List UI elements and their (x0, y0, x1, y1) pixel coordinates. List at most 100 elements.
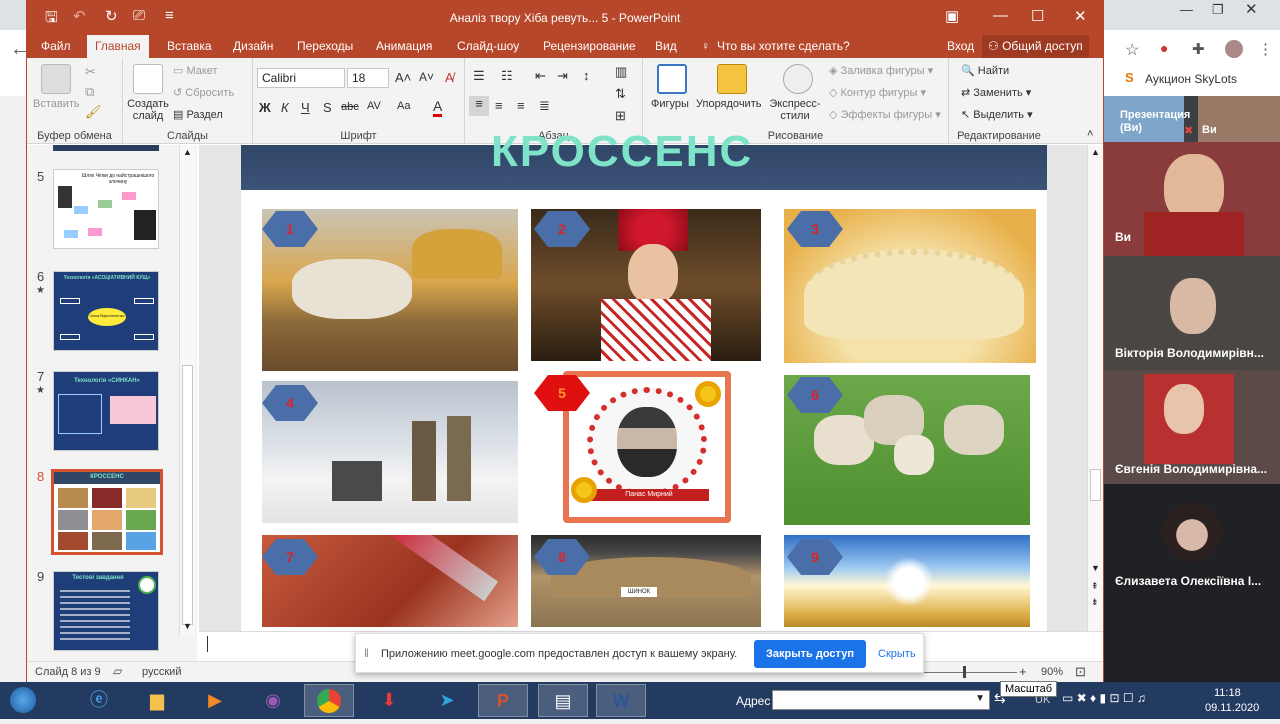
restore-browser-icon[interactable]: ❐ (1212, 2, 1224, 18)
shapes-icon[interactable] (657, 64, 687, 94)
download-icon[interactable]: ⬇ (364, 684, 414, 717)
font-size-field[interactable]: 18 (347, 68, 389, 88)
layout-button[interactable]: ▭ Макет (173, 64, 218, 77)
copy-icon[interactable]: ⧉ (85, 84, 94, 100)
scroll-down-icon[interactable]: ▼ (183, 621, 192, 631)
participant-tile[interactable]: Євгенія Володимирівна... (1104, 370, 1280, 484)
tab-view[interactable]: Вид (655, 39, 677, 53)
viber-icon[interactable]: ◉ (248, 684, 298, 717)
fill-button[interactable]: ◈ Заливка фигуры ▾ (829, 64, 933, 77)
minimize-browser-icon[interactable]: — (1180, 2, 1193, 17)
dropdown-icon[interactable]: ▼ (975, 693, 985, 704)
paste-button[interactable]: Вставить (33, 98, 80, 110)
start-button[interactable] (0, 684, 46, 717)
address-field[interactable]: ▼ (772, 690, 990, 710)
bullets-icon[interactable]: ☰ (473, 68, 485, 84)
tab-file[interactable]: Файл (41, 39, 71, 53)
zoom-in-icon[interactable]: + (1019, 664, 1027, 679)
profile-avatar[interactable] (1225, 40, 1243, 58)
underline-button[interactable]: Ч (301, 100, 310, 115)
increase-indent-icon[interactable]: ⇥ (557, 68, 568, 84)
tab-slideshow[interactable]: Слайд-шоу (457, 39, 519, 53)
columns-icon[interactable]: ▥ (615, 64, 627, 80)
shapes-button[interactable]: Фигуры (651, 98, 689, 110)
bold-button[interactable]: Ж (259, 100, 271, 115)
replace-button[interactable]: ⇄ Заменить ▾ (961, 86, 1031, 99)
thumbnails-scrollbar[interactable]: ▲ ▼ (179, 145, 195, 635)
fit-slide-icon[interactable]: ⊡ (1075, 664, 1086, 680)
paste-icon[interactable] (41, 64, 71, 94)
scroll-up-icon[interactable]: ▲ (183, 147, 192, 157)
tab-design[interactable]: Дизайн (233, 39, 273, 53)
close-browser-icon[interactable]: ✕ (1245, 0, 1258, 18)
puzzle-icon[interactable]: ✚ (1192, 40, 1205, 58)
video-app-icon[interactable]: ▤ (538, 684, 588, 717)
numbering-icon[interactable]: ☷ (501, 68, 513, 84)
thumbnail-slide-5[interactable]: Шлях Чіпки до найстрашнішого злочину (53, 169, 159, 249)
slide-scrollbar[interactable]: ▲ ▼ ⇞ ⇟ (1087, 145, 1103, 631)
new-slide-icon[interactable] (133, 64, 163, 94)
arrange-icon[interactable] (717, 64, 747, 94)
thumbnail-slide-7[interactable]: Технологія «СИНКАН» (53, 371, 159, 451)
prev-slide-icon[interactable]: ⇞ (1091, 581, 1099, 592)
thumbnail-slide-8-selected[interactable]: КРОССЕНС (51, 469, 163, 555)
thumbnail-4-partial[interactable] (53, 145, 159, 151)
clear-format-icon[interactable]: A̸ (445, 70, 454, 85)
next-slide-icon[interactable]: ⇟ (1091, 597, 1099, 608)
share-button[interactable]: ⚇ Общий доступ (982, 35, 1089, 58)
scroll-thumb[interactable] (1090, 469, 1101, 501)
bookmark-skylots[interactable]: Аукцион SkyLots (1145, 72, 1237, 86)
new-slide-button[interactable]: Создать слайд (126, 98, 170, 122)
effects-button[interactable]: ◇ Эффекты фигуры ▾ (829, 108, 941, 121)
line-spacing-icon[interactable]: ↕ (583, 68, 590, 83)
powerpoint-icon[interactable]: P (478, 684, 528, 717)
italic-button[interactable]: К (281, 100, 289, 115)
decrease-indent-icon[interactable]: ⇤ (535, 68, 546, 84)
thumbnail-slide-6[interactable]: Технологія «АСОЦІАТИВНИЙ КУЩ» Чіпка Варе… (53, 271, 159, 351)
tray-icons[interactable]: ▭ ✖ ♦ ▮ ⊡ ☐ ♫ (1062, 691, 1146, 705)
star-icon[interactable]: ☆ (1125, 40, 1139, 60)
explorer-icon[interactable]: ▆ (132, 684, 182, 717)
justify-icon[interactable]: ≣ (539, 98, 550, 114)
font-color-button[interactable]: A (433, 98, 443, 117)
tab-review[interactable]: Рецензирование (543, 39, 636, 53)
spellcheck-icon[interactable]: ▱ (113, 664, 122, 678)
participant-tile[interactable]: Вікторія Володимирівн... (1104, 256, 1280, 370)
media-player-icon[interactable]: ▶ (190, 684, 240, 717)
shadow-button[interactable]: S (323, 100, 332, 115)
stop-sharing-button[interactable]: Закрыть доступ (754, 640, 866, 668)
smartart-icon[interactable]: ⊞ (615, 108, 626, 124)
extension-icon[interactable]: ● (1160, 40, 1168, 56)
change-case-button[interactable]: Aa (397, 100, 410, 112)
clock-time[interactable]: 11:18 (1214, 687, 1241, 699)
section-button[interactable]: ▤ Раздел (173, 108, 223, 121)
find-button[interactable]: 🔍 Найти (961, 64, 1009, 77)
zoom-level[interactable]: 90% (1041, 666, 1063, 678)
align-left-icon[interactable]: ≡ (469, 96, 489, 116)
tell-me-search[interactable]: Что вы хотите сделать? (717, 39, 850, 53)
arrange-button[interactable]: Упорядочить (696, 98, 761, 110)
telegram-icon[interactable]: ➤ (422, 684, 472, 717)
tab-insert[interactable]: Вставка (167, 39, 212, 53)
font-name-field[interactable]: Calibri (257, 68, 345, 88)
participant-tile[interactable]: Єлизавета Олексіївна І... (1104, 484, 1280, 598)
language-indicator[interactable]: русский (142, 666, 181, 678)
reset-button[interactable]: ↺ Сбросить (173, 86, 234, 99)
drag-handle-icon[interactable]: ‖ (364, 646, 369, 660)
tab-transitions[interactable]: Переходы (297, 39, 353, 53)
shrink-font-icon[interactable]: A˅ (419, 70, 434, 84)
scroll-thumb[interactable] (182, 365, 193, 625)
quick-styles-button[interactable]: Экспресс-стили (767, 98, 823, 122)
quick-styles-icon[interactable] (783, 64, 813, 94)
chrome-icon[interactable] (304, 684, 354, 717)
close-icon[interactable]: ✕ (1074, 7, 1087, 25)
text-direction-icon[interactable]: ⇅ (615, 86, 626, 102)
sign-in-link[interactable]: Вход (947, 39, 974, 53)
outline-button[interactable]: ◇ Контур фигуры ▾ (829, 86, 926, 99)
align-center-icon[interactable]: ≡ (495, 98, 503, 113)
strike-button[interactable]: abc (341, 101, 359, 113)
align-right-icon[interactable]: ≡ (517, 98, 525, 113)
select-button[interactable]: ↖ Выделить ▾ (961, 108, 1033, 121)
ribbon-display-icon[interactable]: ▣ (945, 7, 959, 25)
format-painter-icon[interactable]: 🖌 (85, 104, 102, 120)
